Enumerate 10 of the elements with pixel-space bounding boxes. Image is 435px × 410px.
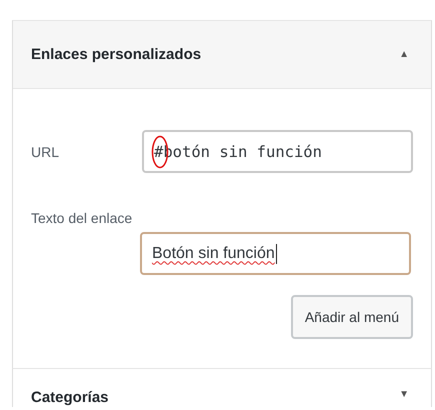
section-title: Enlaces personalizados — [31, 46, 202, 64]
section-title: Categorías — [31, 389, 109, 407]
url-label: URL — [31, 144, 60, 160]
toggle-icon[interactable]: ▲ — [399, 48, 409, 60]
section-header[interactable]: Enlaces personalizados ▲ — [13, 21, 431, 89]
toggle-icon[interactable]: ▼ — [399, 389, 409, 401]
add-to-menu-button[interactable]: Añadir al menú — [290, 295, 413, 339]
section-header[interactable]: Categorías ▼ — [13, 369, 431, 407]
link-text-label: Texto del enlace — [31, 210, 134, 226]
link-text-field[interactable]: Botón sin función — [140, 232, 411, 275]
